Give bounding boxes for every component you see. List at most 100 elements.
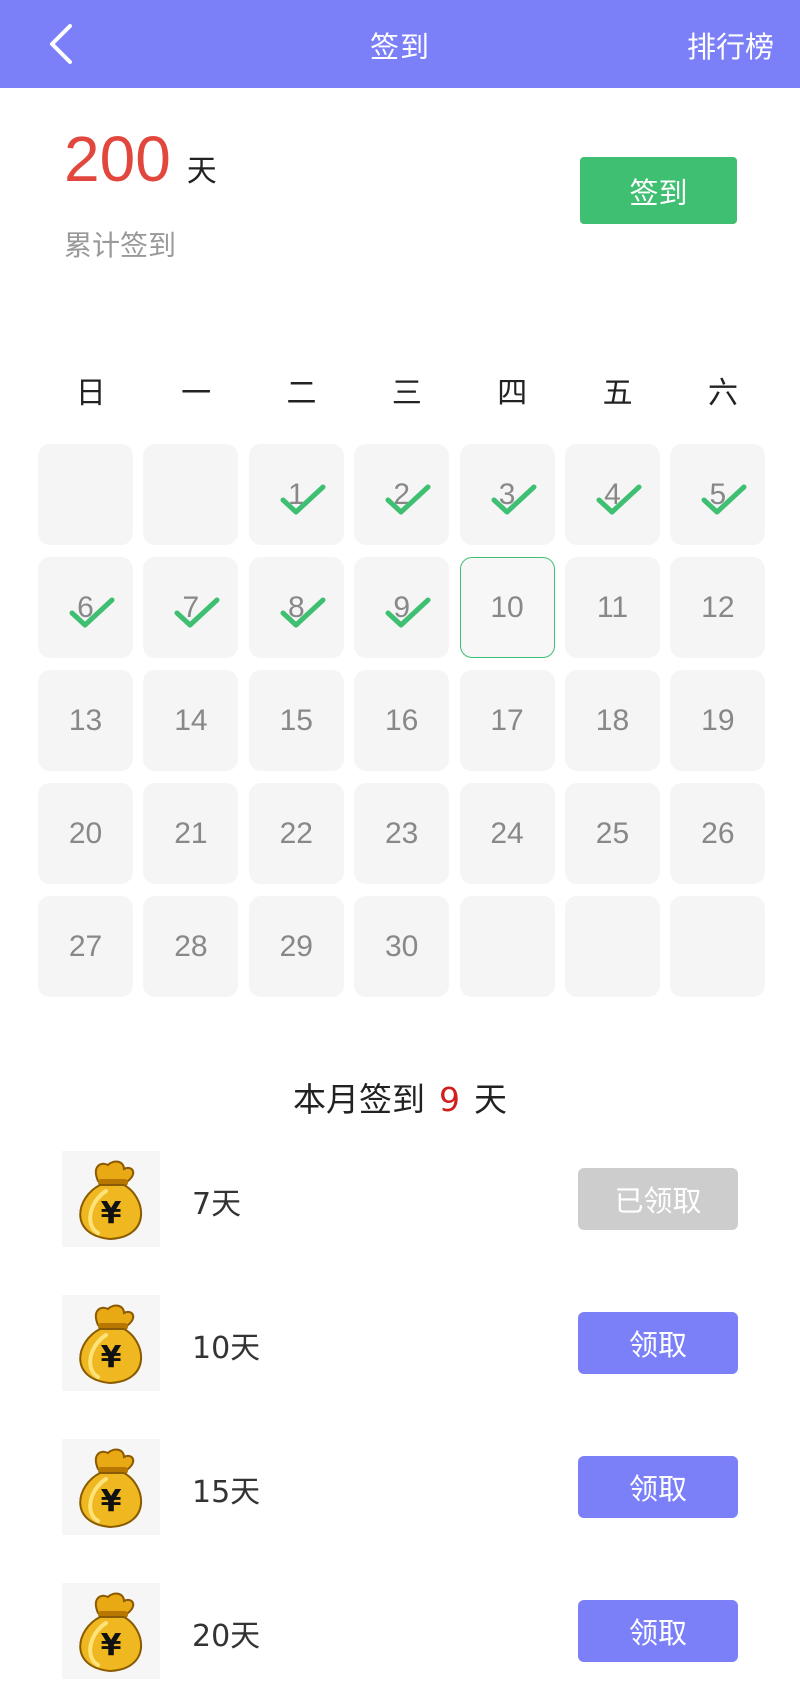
calendar-day[interactable]: 24: [459, 783, 555, 884]
day-number: 25: [595, 816, 630, 850]
day-number: 18: [595, 703, 630, 737]
day-number: 15: [279, 703, 313, 737]
calendar-day[interactable]: 6: [38, 557, 133, 658]
calendar-day[interactable]: 14: [143, 670, 239, 771]
calendar-day[interactable]: 7: [143, 557, 239, 658]
reward-label: 20天: [192, 1619, 261, 1654]
calendar-day[interactable]: 16: [354, 670, 450, 771]
money-bag-icon: ¥: [62, 1583, 160, 1679]
calendar-day[interactable]: 29: [248, 896, 344, 997]
checkmark-icon: [279, 482, 327, 518]
day-number: 29: [279, 929, 313, 963]
money-bag-icon: ¥: [62, 1295, 160, 1391]
calendar-day[interactable]: 27: [38, 896, 133, 997]
day-number: 11: [596, 590, 629, 624]
calendar-day[interactable]: 8: [248, 557, 344, 658]
checkmark-icon: [490, 482, 538, 518]
calendar-empty-cell: [459, 896, 555, 997]
claim-button[interactable]: 领取: [578, 1456, 738, 1518]
weekday-label: 日: [75, 376, 106, 411]
svg-text:¥: ¥: [101, 1484, 122, 1519]
month-count-prefix: 本月签到: [293, 1080, 425, 1119]
reward-row: ¥ 10天 领取: [62, 1295, 738, 1395]
weekday-label: 六: [708, 376, 739, 411]
total-days-unit: 天: [186, 154, 217, 189]
day-number: 12: [701, 590, 735, 624]
day-number: 10: [490, 590, 524, 624]
svg-text:¥: ¥: [101, 1340, 122, 1375]
calendar-day[interactable]: 22: [248, 783, 344, 884]
reward-label: 10天: [192, 1331, 261, 1366]
calendar-day[interactable]: 21: [143, 783, 239, 884]
calendar-day[interactable]: 2: [354, 444, 450, 545]
page-title: 签到: [369, 30, 430, 64]
calendar-day[interactable]: 26: [670, 783, 766, 884]
day-number: 27: [68, 929, 103, 963]
claim-button[interactable]: 领取: [578, 1312, 738, 1374]
reward-row: ¥ 7天 已领取: [62, 1151, 738, 1251]
calendar-day[interactable]: 5: [670, 444, 766, 545]
checkmark-icon: [700, 482, 748, 518]
calendar-day[interactable]: 20: [38, 783, 133, 884]
svg-text:¥: ¥: [101, 1628, 122, 1663]
calendar-day[interactable]: 10: [459, 557, 555, 658]
reward-label: 7天: [192, 1187, 242, 1222]
day-number: 19: [701, 703, 735, 737]
total-days-number: 200: [64, 123, 171, 195]
day-number: 17: [490, 703, 524, 737]
calendar-day[interactable]: 19: [670, 670, 766, 771]
reward-label: 15天: [192, 1475, 261, 1510]
month-checkin-count: 本月签到 9 天: [0, 1073, 800, 1121]
calendar-grid: 1 2 3 4 5 6 7 8 9 10 11 12 13 14 15 16 17 18 19 20 21 22 23 24 2…: [38, 444, 766, 997]
day-number: 13: [68, 703, 103, 737]
day-number: 14: [174, 703, 208, 737]
svg-text:¥: ¥: [101, 1196, 122, 1231]
month-count-number: 9: [439, 1080, 460, 1119]
weekday-label: 五: [602, 376, 633, 411]
calendar-day[interactable]: 3: [459, 444, 555, 545]
day-number: 24: [490, 816, 524, 850]
calendar-day[interactable]: 28: [143, 896, 239, 997]
calendar-day[interactable]: 23: [354, 783, 450, 884]
checkmark-icon: [279, 595, 327, 631]
calendar-empty-cell: [670, 896, 766, 997]
money-bag-icon: ¥: [62, 1439, 160, 1535]
weekday-label: 一: [181, 376, 212, 411]
day-number: 30: [384, 929, 419, 963]
money-bag-icon: ¥: [62, 1151, 160, 1247]
calendar-day[interactable]: 17: [459, 670, 555, 771]
claimed-button[interactable]: 已领取: [578, 1168, 738, 1230]
calendar-day[interactable]: 12: [670, 557, 766, 658]
day-number: 23: [384, 816, 419, 850]
checkin-button[interactable]: 签到: [580, 157, 737, 224]
weekday-label: 四: [497, 376, 528, 411]
checkmark-icon: [384, 595, 432, 631]
day-number: 20: [68, 816, 103, 850]
leaderboard-link[interactable]: 排行榜: [687, 24, 774, 66]
calendar-empty-cell: [38, 444, 133, 545]
reward-row: ¥ 20天 领取: [62, 1583, 738, 1683]
calendar-day[interactable]: 18: [564, 670, 660, 771]
day-number: 21: [174, 816, 208, 850]
checkmark-icon: [173, 595, 221, 631]
day-number: 26: [701, 816, 735, 850]
calendar-day[interactable]: 11: [564, 557, 660, 658]
calendar-day[interactable]: 15: [248, 670, 344, 771]
claim-button[interactable]: 领取: [578, 1600, 738, 1662]
calendar-day[interactable]: 9: [354, 557, 450, 658]
calendar-day[interactable]: 4: [564, 444, 660, 545]
reward-row: ¥ 15天 领取: [62, 1439, 738, 1539]
calendar-day[interactable]: 25: [564, 783, 660, 884]
calendar-day[interactable]: 1: [248, 444, 344, 545]
total-days: 200 天: [64, 122, 217, 196]
day-number: 16: [384, 703, 419, 737]
calendar-day[interactable]: 30: [354, 896, 450, 997]
total-days-label: 累计签到: [64, 229, 177, 262]
checkmark-icon: [595, 482, 643, 518]
checkmark-icon: [68, 595, 116, 631]
weekday-label: 三: [391, 376, 422, 411]
checkmark-icon: [384, 482, 432, 518]
calendar-day[interactable]: 13: [38, 670, 133, 771]
calendar-empty-cell: [564, 896, 660, 997]
day-number: 22: [279, 816, 313, 850]
